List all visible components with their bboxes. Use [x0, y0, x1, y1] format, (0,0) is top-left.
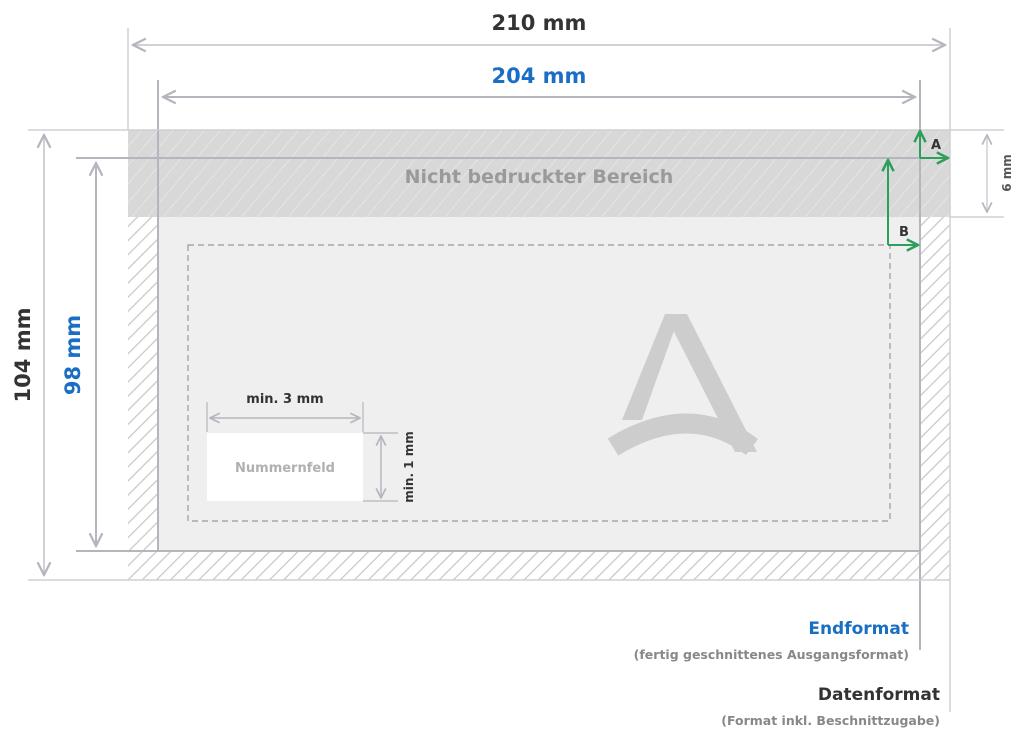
- print-format-diagram: 210 mm 204 mm 104 mm 98 mm 6 mm Nicht be…: [11, 11, 1012, 728]
- number-field-width-label: min. 3 mm: [246, 392, 323, 407]
- width-210-label: 210 mm: [492, 11, 587, 35]
- marker-a-label: A: [931, 138, 941, 153]
- height-98-label: 98 mm: [61, 315, 85, 395]
- height-104-label: 104 mm: [11, 308, 35, 403]
- number-field-label: Nummernfeld: [235, 461, 335, 476]
- number-field-height-label: min. 1 mm: [402, 431, 416, 502]
- endformat-title: Endformat: [808, 619, 909, 639]
- datenformat-title: Datenformat: [818, 685, 940, 705]
- width-204-label: 204 mm: [492, 64, 587, 88]
- endformat-desc: (fertig geschnittenes Ausgangsformat): [634, 647, 909, 662]
- marker-b-label: B: [899, 225, 909, 240]
- non-printed-label: Nicht bedruckter Bereich: [405, 166, 674, 188]
- strip-6-label: 6 mm: [1000, 154, 1012, 192]
- datenformat-desc: (Format inkl. Beschnittzugabe): [721, 713, 940, 728]
